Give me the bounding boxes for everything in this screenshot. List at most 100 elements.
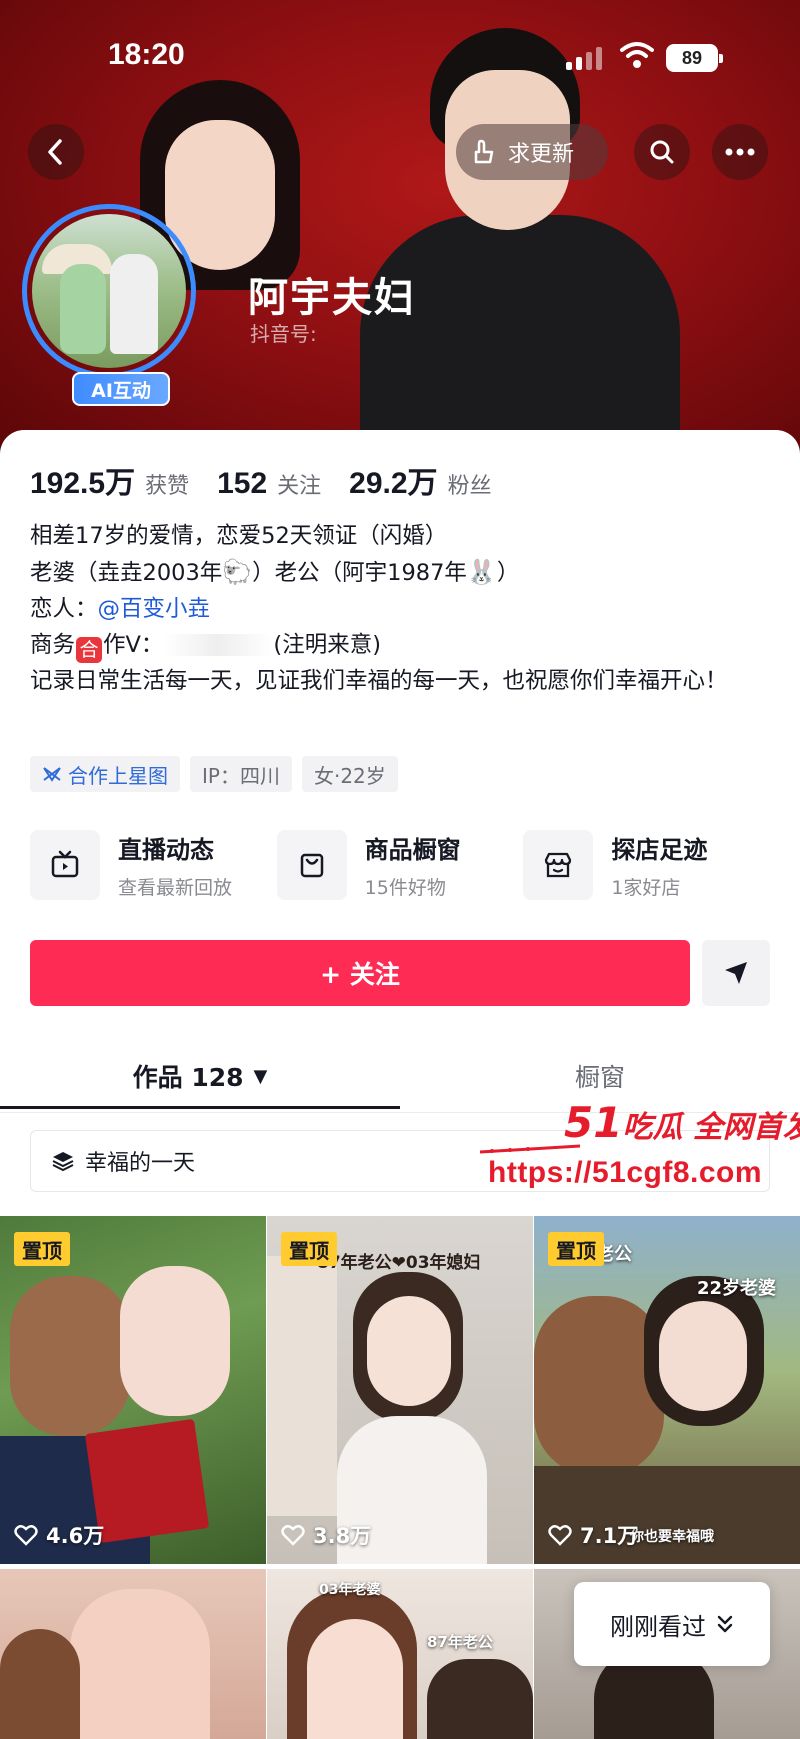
video-thumbnail[interactable]: 置顶 4.6万	[0, 1216, 266, 1564]
feature-shop-title: 商品橱窗	[364, 836, 461, 864]
heart-outline-icon	[281, 1525, 305, 1546]
tab-works[interactable]: 作品 128 ▼	[0, 1040, 400, 1112]
profile-bio: 相差17岁的爱情，恋爱52天领证（闪婚） 老婆（垚垚2003年🐑）老公（阿宇19…	[30, 518, 780, 699]
thumbnail-1-man-face	[10, 1276, 130, 1436]
bio-business-c: (注明来意)	[273, 632, 381, 658]
thumbnail-2-woman-face	[367, 1296, 451, 1406]
back-button[interactable]	[28, 124, 84, 180]
watermark-tagline: 吃瓜 全网首发	[622, 1110, 800, 1145]
video-thumbnail[interactable]	[0, 1569, 266, 1739]
bio-line-2: 老婆（垚垚2003年🐑）老公（阿宇1987年🐰）	[30, 554, 780, 591]
thumbnail-3-woman-face	[659, 1301, 747, 1411]
stat-following-label: 关注	[277, 474, 322, 499]
avatar[interactable]	[22, 204, 196, 378]
video-caption-bottom: 你也要幸福哦	[630, 1529, 714, 1545]
video-likes: 4.6万	[14, 1520, 104, 1550]
profile-tags: 合作上星图 IP：四川 女·22岁	[30, 756, 398, 792]
feature-shortcuts: 直播动态 查看最新回放 商品橱窗 15件好物 探店足迹 1家好店	[30, 830, 770, 900]
video-thumbnail[interactable]: 老公 22岁老婆 你也要幸福哦 置顶 7.1万	[534, 1216, 800, 1564]
request-update-label: 求更新	[508, 142, 575, 167]
thumbnail-5-woman-face	[307, 1619, 403, 1739]
bio-line-2-c: ）	[496, 560, 520, 586]
display-name: 阿宇夫妇	[248, 275, 416, 321]
stat-likes[interactable]: 192.5万 获赞	[30, 458, 189, 502]
avatar-photo	[32, 214, 186, 368]
more-options-button[interactable]	[712, 124, 768, 180]
video-thumbnail[interactable]: 03年老婆 87年老公	[267, 1569, 533, 1739]
follow-button[interactable]: + 关注	[30, 940, 690, 1006]
video-thumbnail[interactable]: 87年老公❤03年媳妇 置顶 3.8万	[267, 1216, 533, 1564]
avatar-groom	[110, 254, 158, 354]
status-bar: 18:20 89	[0, 0, 800, 110]
video-caption: 87年老公❤03年媳妇	[317, 1253, 481, 1273]
pinned-badge: 置顶	[281, 1232, 337, 1266]
sheep-emoji-icon: 🐑	[222, 558, 253, 586]
store-icon	[523, 830, 594, 900]
heart-outline-icon	[548, 1525, 572, 1546]
watermark-swoosh-icon	[480, 1144, 580, 1154]
send-arrow-icon	[725, 962, 747, 984]
feature-live[interactable]: 直播动态 查看最新回放	[30, 830, 277, 900]
bio-business-a: 商务	[30, 632, 76, 658]
site-watermark: 51吃瓜 全网首发 https://51cgf8.com	[470, 1098, 800, 1208]
shopping-bag-icon	[276, 830, 347, 900]
thumbnail-4-man-face	[0, 1629, 80, 1739]
feature-store-visits[interactable]: 探店足迹 1家好店	[523, 830, 770, 900]
more-dots-icon	[725, 148, 755, 156]
share-button[interactable]	[702, 940, 770, 1006]
bio-line-4: 商务合作V： (注明来意)	[30, 627, 780, 663]
bio-line-5: 记录日常生活每一天，见证我们幸福的每一天，也祝愿你们幸福开心！	[30, 668, 728, 694]
feature-shop-subtitle: 15件好物	[364, 877, 446, 899]
bio-business-b: 作V：	[103, 632, 164, 658]
pointing-hand-icon	[474, 139, 494, 164]
feature-store-title: 探店足迹	[611, 836, 708, 864]
feature-shop-window[interactable]: 商品橱窗 15件好物	[276, 830, 524, 900]
thumbnail-4-face	[70, 1589, 210, 1739]
avatar-bride	[60, 264, 106, 354]
blurred-contact-redaction	[163, 634, 274, 656]
profile-page: 18:20 89 求更新 AI互动 阿宇夫妇 抖音号: 192.5万 获赞 15…	[0, 0, 800, 1739]
video-likes-count: 4.6万	[46, 1524, 105, 1548]
bio-lover-prefix: 恋人：	[30, 596, 98, 622]
pinned-badge: 置顶	[14, 1232, 70, 1266]
ai-interact-badge[interactable]: AI互动	[72, 372, 170, 406]
header-photo-man-body	[360, 215, 680, 460]
search-icon	[650, 140, 674, 164]
bio-line-2-b: ）老公（阿宇1987年	[252, 560, 467, 586]
feature-live-title: 直播动态	[118, 836, 214, 864]
bio-lover-mention-link[interactable]: @百变小垚	[98, 596, 211, 622]
feature-store-subtitle: 1家好店	[611, 877, 681, 899]
stat-following-value: 152	[217, 467, 268, 500]
thumbnail-2-man-shoulder	[267, 1256, 337, 1516]
thumbnail-1-woman-face	[120, 1266, 230, 1416]
star-map-icon	[43, 767, 61, 782]
video-likes: 3.8万	[281, 1520, 371, 1550]
chevron-left-icon	[48, 139, 62, 165]
watermark-url: https://51cgf8.com	[488, 1156, 763, 1189]
heart-outline-icon	[14, 1525, 38, 1546]
video-caption-top: 03年老婆	[319, 1582, 381, 1598]
pinned-badge: 置顶	[548, 1232, 604, 1266]
wifi-icon	[620, 42, 654, 68]
watermark-title: 51吃瓜 全网首发	[564, 1098, 800, 1147]
tag-star-map-label: 合作上星图	[68, 763, 168, 788]
stat-followers[interactable]: 29.2万 粉丝	[349, 458, 491, 502]
video-likes-count: 3.8万	[313, 1524, 372, 1548]
bio-line-2-a: 老婆（垚垚2003年	[30, 560, 223, 586]
tv-icon	[30, 830, 100, 900]
status-time: 18:20	[108, 38, 185, 71]
recently-viewed-button[interactable]: 刚刚看过	[574, 1582, 770, 1666]
request-update-button[interactable]: 求更新	[456, 124, 608, 180]
tag-gender-age: 女·22岁	[301, 756, 398, 792]
profile-stats: 192.5万 获赞 152 关注 29.2万 粉丝	[30, 458, 492, 502]
stat-following[interactable]: 152 关注	[217, 467, 321, 501]
bio-line-1: 相差17岁的爱情，恋爱52天领证（闪婚）	[30, 523, 448, 549]
video-caption-right: 22岁老婆	[697, 1278, 777, 1299]
tag-star-map[interactable]: 合作上星图	[30, 756, 180, 792]
watermark-number: 51	[564, 1098, 623, 1147]
bio-line-3: 恋人：@百变小垚	[30, 591, 780, 627]
collection-label: 幸福的一天	[85, 1151, 196, 1176]
stat-likes-value: 192.5万	[30, 467, 136, 500]
search-button[interactable]	[634, 124, 690, 180]
feature-live-subtitle: 查看最新回放	[118, 877, 233, 899]
